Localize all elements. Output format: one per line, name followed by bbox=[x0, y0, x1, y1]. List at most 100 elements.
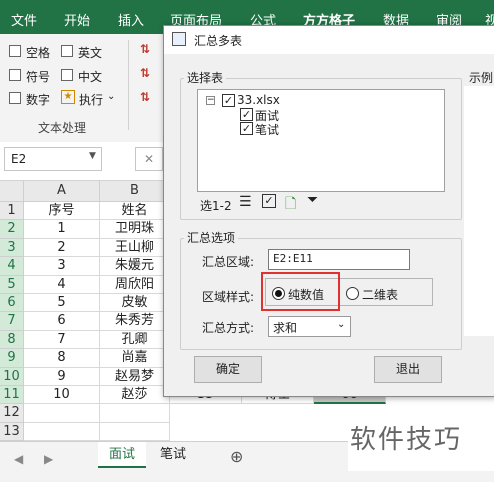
method-value: 求和 bbox=[273, 321, 298, 335]
table-cell[interactable]: 7 bbox=[24, 330, 100, 350]
ok-button[interactable]: 确定 bbox=[194, 356, 262, 383]
select-table-label: 选择表 bbox=[184, 69, 227, 86]
radio-plain-values[interactable] bbox=[272, 287, 285, 300]
table-cell[interactable]: 赵易梦 bbox=[100, 367, 170, 386]
english-checkbox[interactable] bbox=[61, 45, 73, 57]
row-header[interactable]: 5 bbox=[0, 275, 24, 294]
radio-dot bbox=[275, 290, 282, 297]
chevron-down-icon: ⌄ bbox=[337, 319, 346, 330]
filter-icon[interactable]: ⏷ bbox=[307, 192, 318, 208]
table-cell[interactable]: 姓名 bbox=[100, 202, 170, 221]
space-label: 空格 bbox=[26, 46, 51, 60]
table-cell[interactable]: 尚嘉 bbox=[100, 349, 170, 368]
table-cell[interactable] bbox=[100, 404, 170, 423]
file-name: 33.xlsx bbox=[237, 93, 280, 107]
dialog-title-bar: 汇总多表 bbox=[164, 26, 494, 54]
row-header[interactable]: 8 bbox=[0, 330, 24, 350]
dropdown-arrow-icon[interactable]: ▼ bbox=[89, 151, 96, 161]
chevron-down-icon[interactable]: ⌄ bbox=[107, 91, 115, 102]
name-box[interactable]: E2 ▼ bbox=[4, 147, 102, 171]
tab-home[interactable]: 开始 bbox=[64, 10, 90, 29]
sheet-tab-written[interactable]: 笔试 bbox=[150, 442, 196, 468]
sort-icon[interactable]: ⇅ bbox=[140, 42, 150, 56]
number-checkbox[interactable] bbox=[9, 92, 21, 104]
dialog-title: 汇总多表 bbox=[194, 34, 243, 48]
row-header[interactable]: 4 bbox=[0, 257, 24, 276]
exit-button[interactable]: 退出 bbox=[374, 356, 442, 383]
table-cell[interactable]: 8 bbox=[24, 349, 100, 368]
options-label: 汇总选项 bbox=[184, 229, 239, 246]
table-cell[interactable]: 序号 bbox=[24, 202, 100, 221]
star-icon: ★ bbox=[61, 90, 75, 104]
row-header[interactable]: 10 bbox=[0, 367, 24, 386]
row-header[interactable]: 11 bbox=[0, 386, 24, 405]
selection-count: 选1-2 bbox=[200, 199, 232, 213]
radio-2d-table[interactable] bbox=[346, 287, 359, 300]
symbol-checkbox[interactable] bbox=[9, 69, 21, 81]
range-input-value: E2:E11 bbox=[273, 252, 313, 265]
tab-insert[interactable]: 插入 bbox=[118, 10, 144, 29]
add-sheet-icon[interactable]: ⊕ bbox=[230, 447, 243, 466]
english-label: 英文 bbox=[78, 46, 103, 60]
summary-dialog: 汇总多表 选择表 − ✓ 33.xlsx ✓ 面试 ✓ 笔试 选1-2 ☰ ✓ … bbox=[163, 25, 494, 397]
table-cell[interactable]: 6 bbox=[24, 312, 100, 331]
two-d-table-label: 二维表 bbox=[362, 288, 399, 302]
select-all-corner[interactable] bbox=[0, 181, 24, 202]
sheet-checkbox-written[interactable]: ✓ bbox=[240, 122, 253, 135]
check-all-icon[interactable]: ✓ bbox=[262, 194, 276, 208]
table-cell[interactable] bbox=[24, 422, 100, 442]
file-checkbox[interactable]: ✓ bbox=[222, 94, 235, 107]
style-label: 区域样式: bbox=[202, 290, 255, 304]
chinese-checkbox[interactable] bbox=[61, 69, 73, 81]
table-cell[interactable]: 皮敏 bbox=[100, 294, 170, 313]
name-box-value: E2 bbox=[11, 152, 27, 166]
preview-area bbox=[464, 86, 494, 336]
table-cell[interactable]: 朱秀芳 bbox=[100, 312, 170, 331]
range-label: 汇总区域: bbox=[202, 255, 255, 269]
sheet-tab-interview[interactable]: 面试 bbox=[98, 442, 146, 468]
method-select[interactable]: 求和 ⌄ bbox=[268, 316, 351, 337]
table-cell[interactable]: 周欣阳 bbox=[100, 275, 170, 294]
collapse-icon[interactable]: − bbox=[206, 96, 215, 105]
row-header[interactable]: 9 bbox=[0, 349, 24, 368]
row-header[interactable]: 6 bbox=[0, 294, 24, 313]
row-header[interactable]: 2 bbox=[0, 220, 24, 239]
table-cell[interactable]: 王山柳 bbox=[100, 238, 170, 258]
table-cell[interactable]: 1 bbox=[24, 220, 100, 239]
row-header[interactable]: 1 bbox=[0, 202, 24, 221]
watermark: 软件技巧 bbox=[348, 409, 494, 471]
new-document-icon[interactable]: 🗋 bbox=[285, 193, 296, 217]
table-cell[interactable]: 朱媛元 bbox=[100, 257, 170, 276]
space-checkbox[interactable] bbox=[9, 45, 21, 57]
chinese-label: 中文 bbox=[78, 70, 103, 84]
execute-button[interactable]: 执行 bbox=[79, 91, 103, 108]
number-label: 数字 bbox=[26, 93, 51, 107]
table-cell[interactable]: 3 bbox=[24, 257, 100, 276]
table-cell[interactable]: 2 bbox=[24, 238, 100, 258]
list-icon[interactable]: ☰ bbox=[239, 194, 252, 210]
column-header-b[interactable]: B bbox=[100, 181, 170, 202]
column-header-a[interactable]: A bbox=[24, 181, 100, 202]
row-header[interactable]: 13 bbox=[0, 422, 24, 442]
row-header[interactable]: 12 bbox=[0, 404, 24, 423]
table-cell[interactable] bbox=[100, 422, 170, 442]
table-cell[interactable]: 9 bbox=[24, 367, 100, 386]
row-header[interactable]: 7 bbox=[0, 312, 24, 331]
table-cell[interactable]: 孔卿 bbox=[100, 330, 170, 350]
row-header[interactable]: 3 bbox=[0, 238, 24, 258]
table-cell[interactable] bbox=[24, 404, 100, 423]
sheet-checkbox-interview[interactable]: ✓ bbox=[240, 108, 253, 121]
table-cell[interactable]: 4 bbox=[24, 275, 100, 294]
tab-file[interactable]: 文件 bbox=[11, 10, 37, 29]
sort-icon-3[interactable]: ⇅ bbox=[140, 90, 150, 104]
table-cell[interactable]: 赵莎 bbox=[100, 386, 170, 405]
table-cell[interactable]: 10 bbox=[24, 386, 100, 405]
table-cell[interactable]: 5 bbox=[24, 294, 100, 313]
cancel-icon[interactable]: ✕ bbox=[135, 147, 163, 171]
table-cell[interactable]: 卫明珠 bbox=[100, 220, 170, 239]
tab-scroll-right-icon[interactable]: ▶ bbox=[44, 452, 53, 466]
tab-scroll-left-icon[interactable]: ◀ bbox=[14, 452, 23, 466]
sort-icon-2[interactable]: ⇅ bbox=[140, 66, 150, 80]
tree-sheet-written: 笔试 bbox=[255, 123, 280, 137]
range-input[interactable]: E2:E11 bbox=[268, 249, 410, 270]
